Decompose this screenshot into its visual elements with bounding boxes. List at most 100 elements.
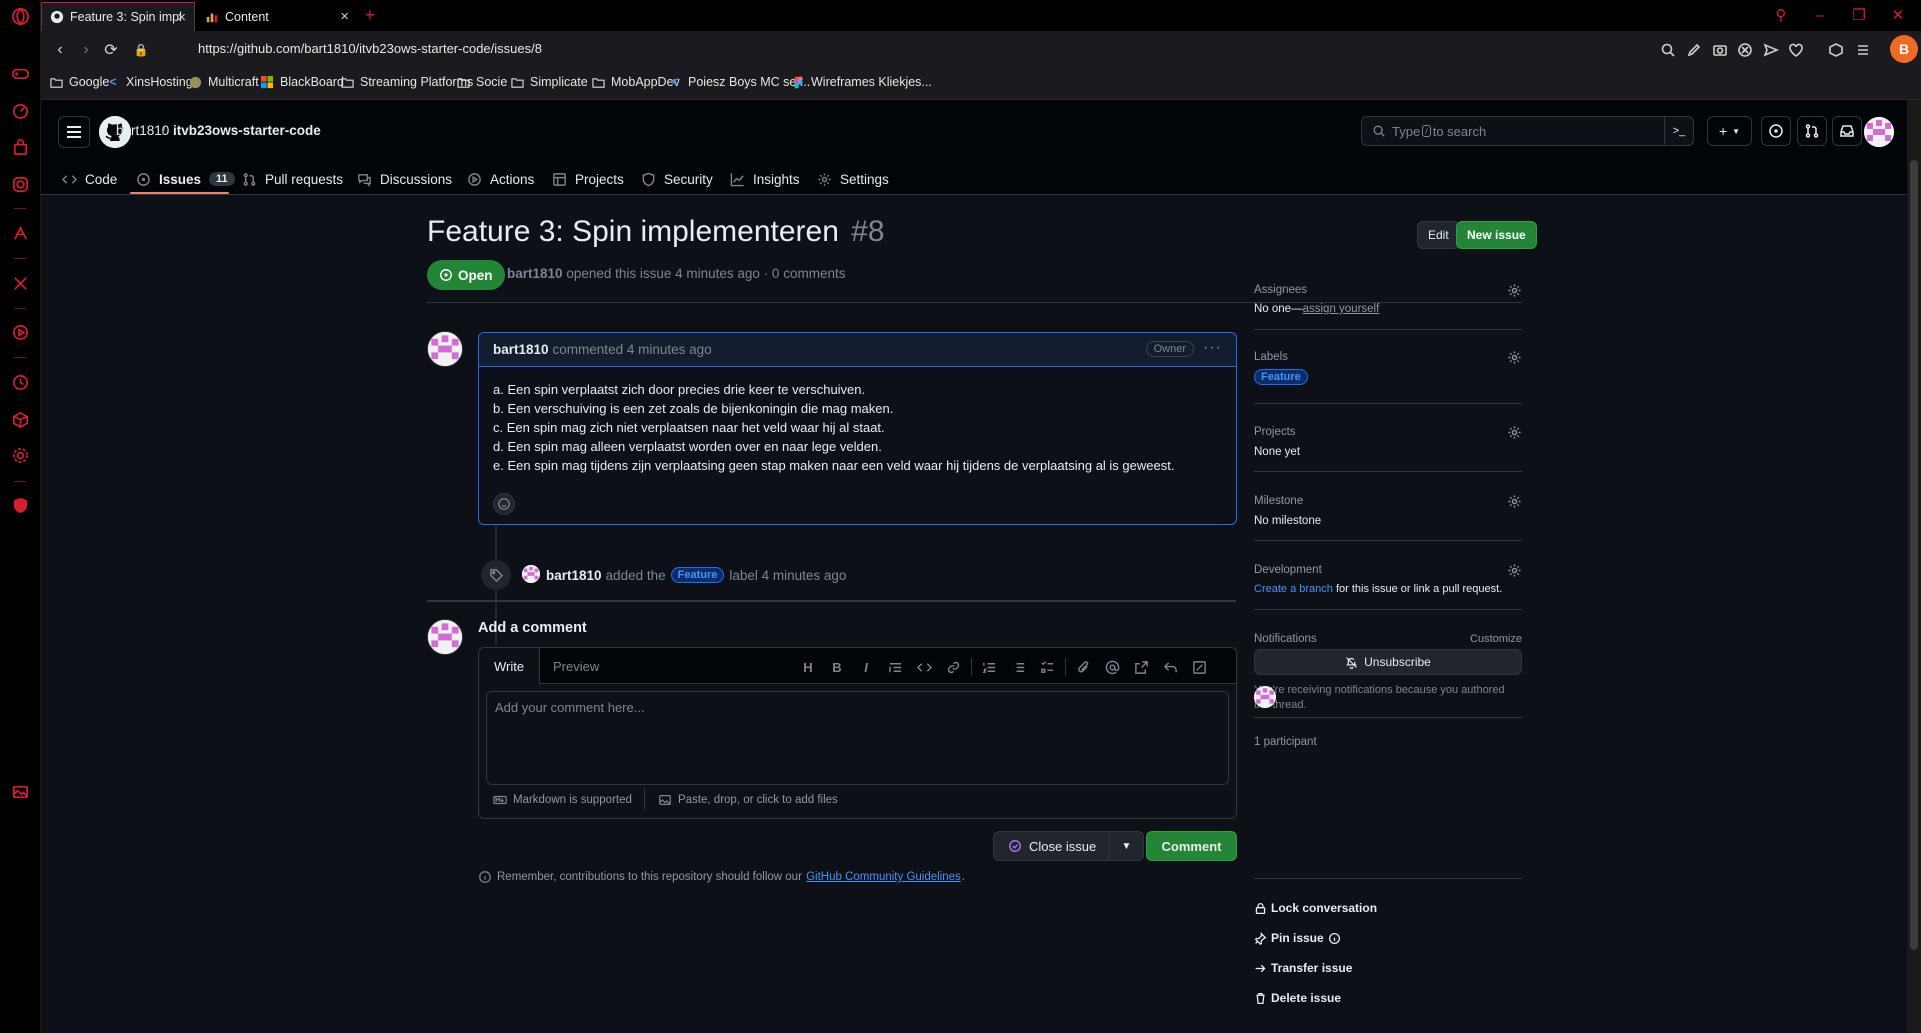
back-button[interactable]: ‹ <box>49 39 71 61</box>
gear-icon[interactable] <box>1507 350 1522 365</box>
bookmark-xinshosting[interactable]: < XinsHosting <box>106 75 192 89</box>
user-avatar[interactable] <box>1864 117 1894 147</box>
author-link[interactable]: bart1810 <box>507 266 563 281</box>
code-icon[interactable] <box>915 658 933 676</box>
settings-icon[interactable] <box>10 445 31 466</box>
paperclip-icon[interactable] <box>1074 658 1092 676</box>
reload-button[interactable]: ⟳ <box>100 39 122 61</box>
fullscreen-icon[interactable] <box>1190 658 1208 676</box>
close-options-caret-icon[interactable]: ▼ <box>1110 841 1143 852</box>
edit-button[interactable]: Edit <box>1417 221 1460 249</box>
comment-button[interactable]: Comment <box>1146 831 1237 861</box>
assignees-title[interactable]: Assignees <box>1254 284 1307 296</box>
bookmark-simplicate[interactable]: Simplicate <box>510 75 588 89</box>
tab-issues[interactable]: Issues 11 <box>136 164 235 194</box>
pin-issue-button[interactable]: Pin issue <box>1254 931 1345 945</box>
menu-button[interactable] <box>58 116 90 148</box>
quote-icon[interactable] <box>886 658 904 676</box>
bookmark-multicraft[interactable]: Multicraft <box>188 75 259 89</box>
restore-button[interactable]: ❐ <box>1848 4 1870 26</box>
bookmark-google[interactable]: Google <box>49 75 109 89</box>
avatar[interactable] <box>522 565 540 583</box>
aria-icon[interactable] <box>10 223 31 244</box>
unordered-list-icon[interactable] <box>1009 658 1027 676</box>
bold-icon[interactable]: B <box>828 658 846 676</box>
tab-content[interactable]: Content × <box>197 2 357 31</box>
profile-avatar[interactable]: B <box>1890 35 1918 63</box>
tab-write[interactable]: Write <box>479 648 541 685</box>
info-icon[interactable] <box>1328 932 1341 945</box>
history-icon[interactable] <box>10 372 31 393</box>
opera-logo-icon[interactable] <box>10 6 31 27</box>
more-icon[interactable] <box>10 817 31 838</box>
label-feature[interactable]: Feature <box>1254 369 1308 385</box>
create-new-button[interactable]: + ▼ <box>1707 116 1752 146</box>
ublock-icon[interactable] <box>10 495 31 516</box>
customize-link[interactable]: Customize <box>1470 633 1522 645</box>
milestone-title[interactable]: Milestone <box>1254 495 1303 507</box>
reply-icon[interactable] <box>1161 658 1179 676</box>
tab-security[interactable]: Security <box>641 164 713 194</box>
extensions-cube-icon[interactable] <box>10 409 31 430</box>
send-icon[interactable] <box>1761 40 1781 60</box>
mention-icon[interactable] <box>1103 658 1121 676</box>
block-ads-icon[interactable] <box>1735 40 1755 60</box>
delete-issue-button[interactable]: Delete issue <box>1254 991 1341 1005</box>
gamepad-icon[interactable] <box>10 63 31 84</box>
scrollbar-thumb[interactable] <box>1910 160 1918 950</box>
task-list-icon[interactable] <box>1038 658 1056 676</box>
heading-icon[interactable]: H <box>799 658 817 676</box>
tab-settings[interactable]: Settings <box>817 164 889 194</box>
easy-setup-icon[interactable] <box>1853 40 1873 60</box>
labels-title[interactable]: Labels <box>1254 351 1288 363</box>
gear-icon[interactable] <box>1507 494 1522 509</box>
pull-requests-button[interactable] <box>1797 116 1827 146</box>
tab-projects[interactable]: Projects <box>552 164 624 194</box>
inbox-button[interactable] <box>1832 116 1862 146</box>
avatar[interactable] <box>427 619 463 655</box>
minimize-button[interactable]: – <box>1809 4 1831 26</box>
participant-avatar[interactable] <box>1254 686 1276 708</box>
gear-icon[interactable] <box>1507 563 1522 578</box>
tab-preview[interactable]: Preview <box>538 648 614 684</box>
url-field[interactable]: https://github.com/bart1810/itvb23ows-st… <box>198 41 542 56</box>
new-issue-button[interactable]: New issue <box>1456 221 1537 249</box>
new-tab-button[interactable]: + <box>359 4 381 26</box>
tab-github-issue[interactable]: Feature 3: Spin implementeren × <box>41 2 195 31</box>
forward-button[interactable]: › <box>75 39 97 61</box>
breadcrumb-repo[interactable]: itvb23ows-starter-code <box>173 123 321 138</box>
close-tab-icon[interactable]: × <box>177 9 186 26</box>
heart-icon[interactable] <box>1786 40 1806 60</box>
bookmark-wireframes[interactable]: Wireframes Kliekjes... <box>791 75 932 89</box>
edit-icon[interactable] <box>1684 40 1704 60</box>
add-reaction-button[interactable] <box>493 493 515 515</box>
cross-reference-icon[interactable] <box>1132 658 1150 676</box>
page-scrollbar[interactable] <box>1907 100 1921 1033</box>
bookmark-socie[interactable]: Socie <box>456 75 507 89</box>
tab-pull-requests[interactable]: Pull requests <box>242 164 343 194</box>
projects-title[interactable]: Projects <box>1254 426 1296 438</box>
tab-code[interactable]: Code <box>62 164 117 194</box>
command-palette-icon[interactable]: >_ <box>1664 116 1694 146</box>
tab-search-icon[interactable]: ⚲ <box>1770 4 1792 26</box>
tab-discussions[interactable]: Discussions <box>357 164 452 194</box>
close-issue-main[interactable]: Close issue <box>994 832 1110 860</box>
markdown-note[interactable]: Markdown is supported <box>493 793 632 807</box>
player-icon[interactable] <box>10 322 31 343</box>
search-input[interactable]: Type / to search >_ <box>1361 116 1694 146</box>
lock-conversation-button[interactable]: Lock conversation <box>1254 901 1377 915</box>
attach-files-note[interactable]: Paste, drop, or click to add files <box>658 793 838 807</box>
ordered-list-icon[interactable] <box>980 658 998 676</box>
bookmark-streaming[interactable]: Streaming Platforms <box>340 75 473 89</box>
x-twitter-icon[interactable] <box>10 273 31 294</box>
event-author[interactable]: bart1810 <box>546 568 602 583</box>
link-icon[interactable] <box>944 658 962 676</box>
shopping-bag-icon[interactable] <box>10 137 31 158</box>
bookmark-poiesz[interactable]: < Poiesz Boys MC ser... <box>668 75 810 89</box>
close-issue-button[interactable]: Close issue ▼ <box>993 831 1144 861</box>
create-branch-link[interactable]: Create a branch <box>1254 583 1333 595</box>
assign-yourself-link[interactable]: assign yourself <box>1303 303 1380 315</box>
bookmark-mobappdev[interactable]: MobAppDev <box>591 75 680 89</box>
close-window-button[interactable]: ✕ <box>1887 4 1909 26</box>
comment-author[interactable]: bart1810 <box>493 342 549 357</box>
